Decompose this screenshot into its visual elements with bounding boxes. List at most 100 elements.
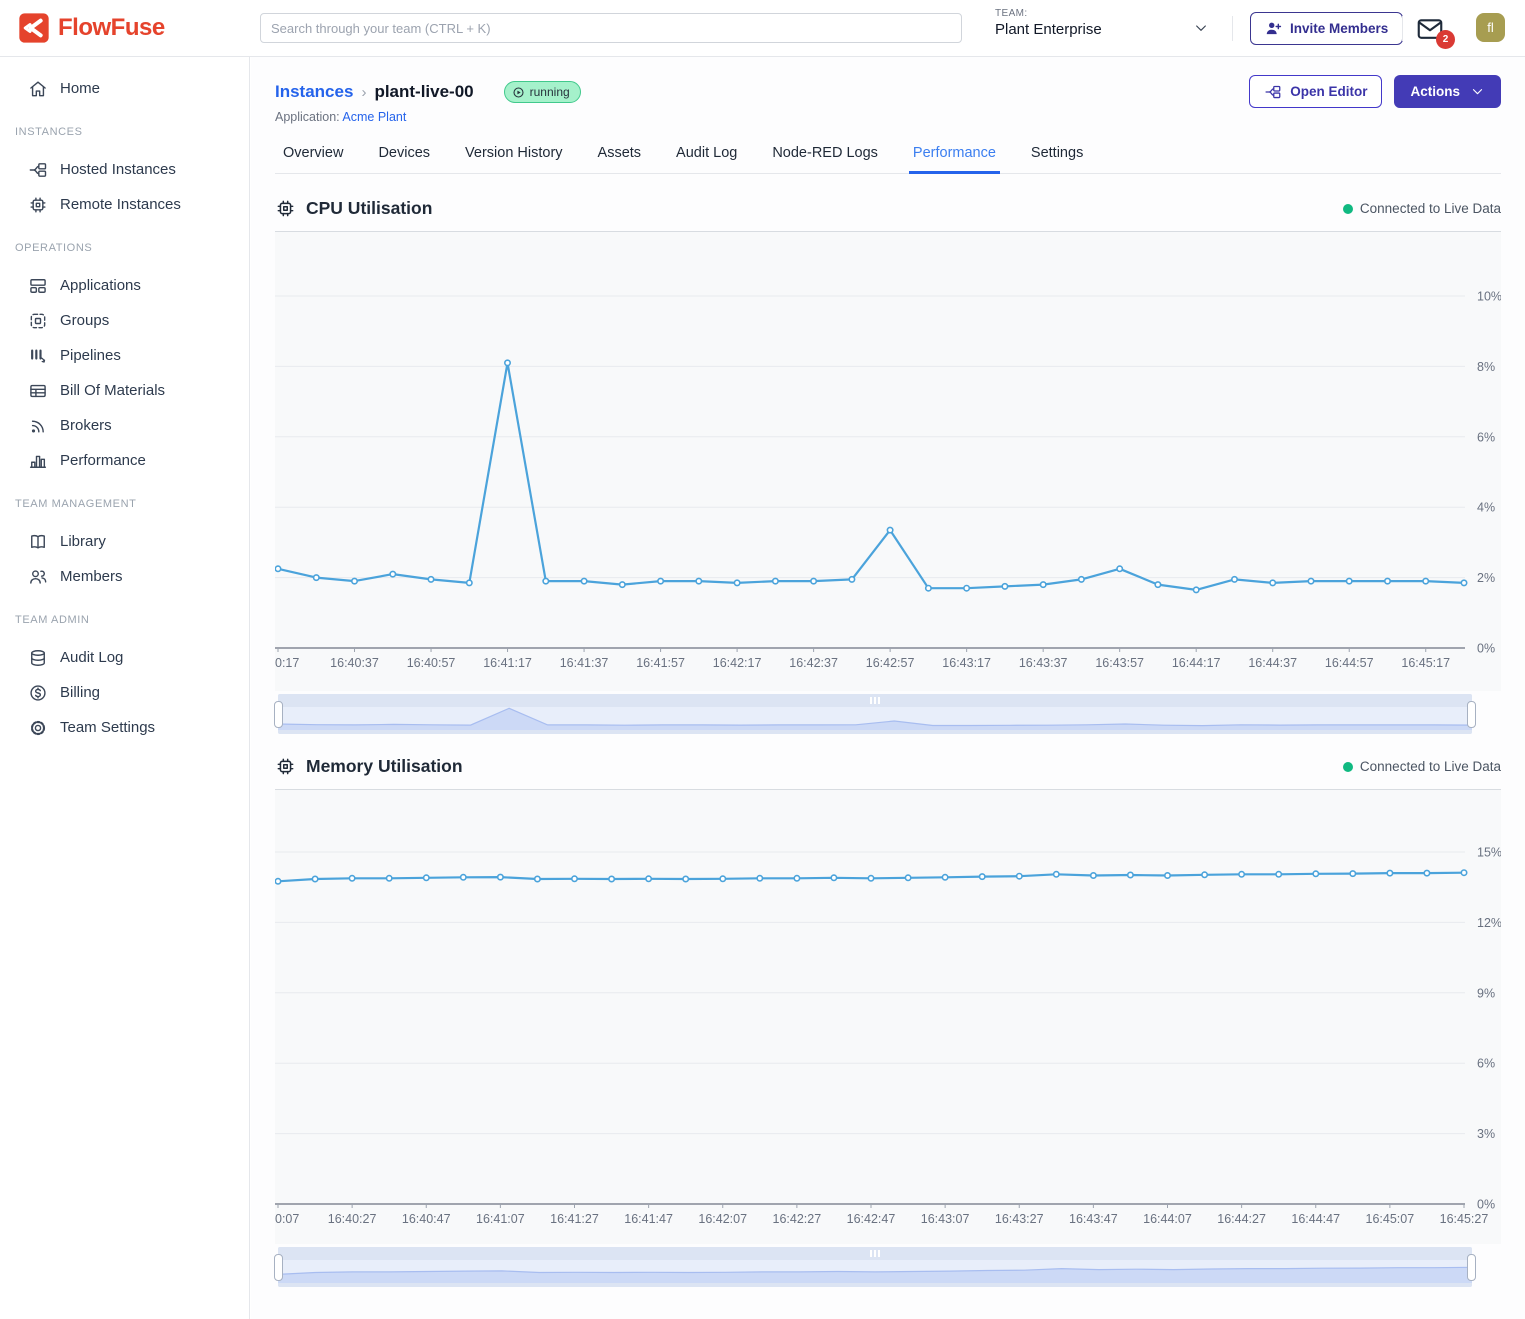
cpu-chart-range-minimap[interactable] [278,694,1472,734]
tab-performance[interactable]: Performance [913,145,996,173]
sidebar-item-audit-log[interactable]: Audit Log [0,640,249,675]
tab-node-red-logs[interactable]: Node-RED Logs [772,145,878,173]
cpu-chip-icon [275,756,296,777]
range-handle-right[interactable] [1467,1254,1476,1281]
minimap-drag-handle[interactable] [278,1247,1472,1260]
svg-text:8%: 8% [1477,360,1495,374]
svg-text:3%: 3% [1477,1127,1495,1141]
sidebar-item-pipelines[interactable]: Pipelines [0,338,249,373]
svg-text:6%: 6% [1477,1057,1495,1071]
sidebar-item-billing[interactable]: Billing [0,675,249,710]
sidebar-item-bill-of-materials[interactable]: Bill Of Materials [0,373,249,408]
sidebar-item-team-settings[interactable]: Team Settings [0,710,249,745]
sidebar-item-label: Remote Instances [60,196,181,213]
application-label: Application: [275,110,340,124]
sidebar-item-home[interactable]: Home [0,71,249,106]
svg-text:16:40:57: 16:40:57 [407,656,456,670]
main-content: Instances › plant-live-00 running Applic… [251,57,1525,1319]
sidebar-item-groups[interactable]: Groups [0,303,249,338]
tab-devices[interactable]: Devices [378,145,430,173]
tab-version-history[interactable]: Version History [465,145,563,173]
memory-utilisation-chart[interactable]: 0%3%6%9%12%15%0:0716:40:2716:40:4716:41:… [275,790,1501,1244]
cpu-chip-icon [275,198,296,219]
svg-text:16:44:07: 16:44:07 [1143,1212,1192,1226]
book-icon [28,532,48,552]
memory-live-status-label: Connected to Live Data [1360,759,1501,774]
svg-text:15%: 15% [1477,846,1501,860]
pipeline-bars-icon [28,346,48,366]
memory-chart-range-minimap[interactable] [278,1247,1472,1287]
svg-text:16:43:57: 16:43:57 [1095,656,1144,670]
cpu-utilisation-chart[interactable]: 0%2%4%6%8%10%0:1716:40:3716:40:5716:41:1… [275,232,1501,691]
team-selector-name: Plant Enterprise [995,21,1217,38]
flowfuse-logo-text: FlowFuse [58,14,165,42]
bar-chart-icon [28,451,48,471]
sidebar-item-label: Library [60,533,106,550]
cpu-live-status-label: Connected to Live Data [1360,201,1501,216]
live-status-dot [1343,204,1353,214]
live-status-dot [1343,762,1353,772]
breadcrumb-separator: › [361,84,366,101]
sidebar-item-performance[interactable]: Performance [0,443,249,478]
range-handle-left[interactable] [274,1254,283,1281]
user-plus-icon [1265,20,1282,37]
range-handle-right[interactable] [1467,701,1476,728]
sidebar-section-label: TEAM MANAGEMENT [15,498,249,510]
search-input[interactable] [260,13,962,43]
sidebar-item-label: Home [60,80,100,97]
minimap-drag-handle[interactable] [278,694,1472,707]
invite-members-button[interactable]: Invite Members [1250,12,1403,45]
sidebar-item-label: Brokers [60,417,112,434]
play-circle-icon [512,86,525,99]
cpu-live-status: Connected to Live Data [1343,201,1501,216]
svg-text:16:41:17: 16:41:17 [483,656,532,670]
svg-text:16:41:27: 16:41:27 [550,1212,599,1226]
tab-assets[interactable]: Assets [598,145,642,173]
sidebar-item-members[interactable]: Members [0,559,249,594]
user-avatar[interactable]: fl [1476,13,1505,42]
dollar-circle-icon [28,683,48,703]
breadcrumb-instances-link[interactable]: Instances [275,82,353,102]
cpu-section-title: CPU Utilisation [306,198,432,219]
flowfuse-logo[interactable]: FlowFuse [18,12,165,44]
application-link[interactable]: Acme Plant [342,110,406,124]
open-editor-button[interactable]: Open Editor [1249,75,1382,108]
application-line: Application: Acme Plant [275,110,1501,124]
svg-text:16:44:27: 16:44:27 [1217,1212,1266,1226]
svg-text:16:40:47: 16:40:47 [402,1212,451,1226]
tab-overview[interactable]: Overview [283,145,343,173]
minimap-bottom-strip [278,1283,1472,1287]
svg-text:16:42:57: 16:42:57 [866,656,915,670]
sidebar-item-label: Billing [60,684,100,701]
sidebar-item-label: Bill Of Materials [60,382,165,399]
svg-text:16:41:07: 16:41:07 [476,1212,525,1226]
svg-text:16:42:47: 16:42:47 [847,1212,896,1226]
sitemap-icon [1264,83,1282,101]
sidebar-section-label: TEAM ADMIN [15,614,249,626]
sidebar-item-label: Audit Log [60,649,123,666]
actions-button[interactable]: Actions [1394,75,1501,108]
tab-settings[interactable]: Settings [1031,145,1083,173]
notifications-button[interactable]: 2 [1413,14,1447,44]
range-handle-left[interactable] [274,701,283,728]
svg-text:2%: 2% [1477,571,1495,585]
svg-text:10%: 10% [1477,290,1501,304]
sidebar-item-label: Groups [60,312,109,329]
chip-dashed-icon [28,311,48,331]
sidebar-item-applications[interactable]: Applications [0,268,249,303]
sidebar-item-hosted-instances[interactable]: Hosted Instances [0,152,249,187]
tab-audit-log[interactable]: Audit Log [676,145,737,173]
home-icon [28,79,48,99]
flowfuse-logo-icon [18,12,50,44]
sidebar-item-library[interactable]: Library [0,524,249,559]
svg-text:16:44:37: 16:44:37 [1248,656,1297,670]
svg-text:0:17: 0:17 [275,656,299,670]
status-badge: running [504,81,581,103]
svg-text:0:07: 0:07 [275,1212,299,1226]
svg-text:16:45:27: 16:45:27 [1440,1212,1489,1226]
sidebar-item-remote-instances[interactable]: Remote Instances [0,187,249,222]
sidebar-item-brokers[interactable]: Brokers [0,408,249,443]
team-selector[interactable]: TEAM: Plant Enterprise [995,8,1217,49]
mem-minimap-svg [278,1260,1472,1283]
cpu-section-header: CPU Utilisation Connected to Live Data [275,186,1501,232]
